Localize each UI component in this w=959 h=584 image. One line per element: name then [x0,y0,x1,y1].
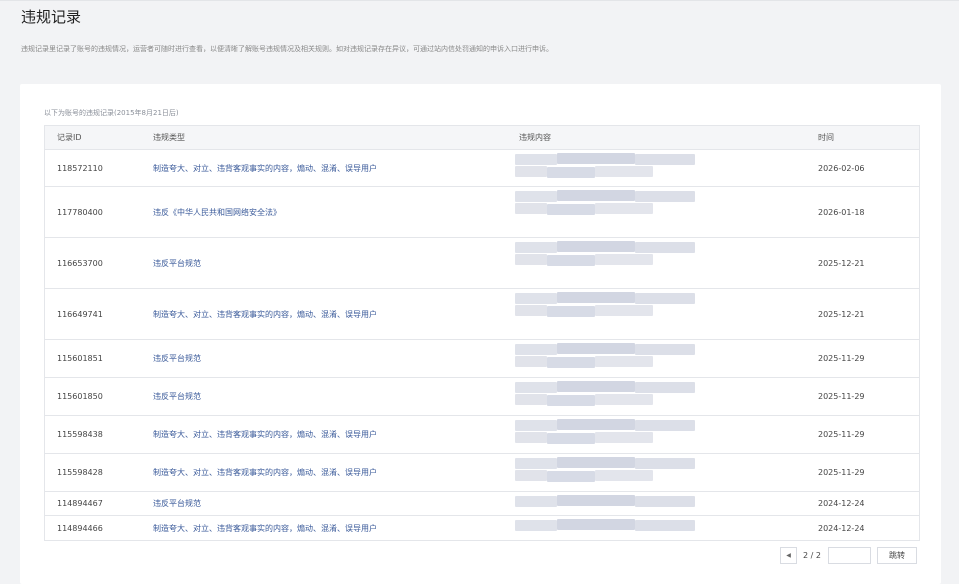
records-since-label: 以下为账号的违规记录(2015年8月21日后) [44,109,179,117]
table-row: 114894467 违反平台规范 2024-12-24 [45,492,919,516]
violation-type-link[interactable]: 违反《中华人民共和国网络安全法》 [153,187,281,237]
violation-type-link[interactable]: 制造夸大、对立、违背客观事实的内容，煽动、混淆、误导用户 [153,454,377,491]
column-header-type: 违规类型 [153,133,185,142]
table-row: 118572110 制造夸大、对立、违背客观事实的内容，煽动、混淆、误导用户 202… [45,150,919,187]
table-row: 116653700 违反平台规范 2025-12-21 [45,238,919,289]
violation-content-blurred [515,289,755,339]
blurred-content [515,416,715,453]
violation-content-blurred [515,516,755,540]
record-id: 116649741 [57,309,103,319]
records-table: 记录ID 违规类型 违规内容 时间 118572110 制造夸大、对立、违背客观事… [44,125,920,541]
violation-type-link[interactable]: 制造夸大、对立、违背客观事实的内容，煽动、混淆、误导用户 [153,516,377,540]
record-time: 2025-12-21 [818,258,865,268]
record-time: 2025-11-29 [818,354,865,363]
blurred-content [515,150,715,186]
record-time: 2024-12-24 [818,523,865,533]
record-time: 2026-01-18 [818,207,865,217]
blurred-content [515,187,715,237]
column-header-id: 记录ID [57,133,82,142]
records-card: 以下为账号的违规记录(2015年8月21日后) 记录ID 违规类型 违规内容 时… [20,84,941,584]
record-id: 118572110 [57,163,103,173]
table-row: 116649741 制造夸大、对立、违背客观事实的内容，煽动、混淆、误导用户 202… [45,289,919,340]
table-row: 115598428 制造夸大、对立、违背客观事实的内容，煽动、混淆、误导用户 202… [45,454,919,492]
violation-type-link[interactable]: 制造夸大、对立、违背客观事实的内容，煽动、混淆、误导用户 [153,289,377,339]
page-jump-input[interactable] [828,547,871,564]
violation-content-blurred [515,187,755,237]
page-indicator: 2 / 2 [803,551,821,560]
blurred-content [515,492,715,515]
record-time: 2026-02-06 [818,163,865,173]
record-id: 114894467 [57,499,103,508]
record-id: 117780400 [57,207,103,217]
chevron-left-icon: ◀ [786,552,791,559]
page-title: 违规记录 [21,8,82,26]
violation-content-blurred [515,378,755,415]
blurred-content [515,340,715,377]
violation-content-blurred [515,150,755,186]
record-id: 115598428 [57,468,103,477]
table-row: 115601850 违反平台规范 2025-11-29 [45,378,919,416]
record-time: 2024-12-24 [818,499,865,508]
table-row: 115601851 违反平台规范 2025-11-29 [45,340,919,378]
violation-type-link[interactable]: 违反平台规范 [153,340,201,377]
table-row: 114894466 制造夸大、对立、违背客观事实的内容，煽动、混淆、误导用户 202… [45,516,919,541]
record-time: 2025-11-29 [818,430,865,439]
page-intro: 违规记录里记录了账号的违规情况，运营者可随时进行查看，以便清晰了解账号违规情况及… [21,45,553,53]
record-time: 2025-11-29 [818,392,865,401]
record-id: 116653700 [57,258,103,268]
violation-content-blurred [515,238,755,288]
blurred-content [515,516,715,540]
violation-type-link[interactable]: 制造夸大、对立、违背客观事实的内容，煽动、混淆、误导用户 [153,150,377,186]
violation-type-link[interactable]: 制造夸大、对立、违背客观事实的内容，煽动、混淆、误导用户 [153,416,377,453]
prev-page-button[interactable]: ◀ [780,547,797,564]
violation-content-blurred [515,454,755,491]
table-row: 115598438 制造夸大、对立、违背客观事实的内容，煽动、混淆、误导用户 202… [45,416,919,454]
violation-type-link[interactable]: 违反平台规范 [153,492,201,515]
record-time: 2025-11-29 [818,468,865,477]
top-divider [0,0,959,1]
table-row: 117780400 违反《中华人民共和国网络安全法》 2026-01-18 [45,187,919,238]
jump-button[interactable]: 跳转 [877,547,917,564]
record-id: 115598438 [57,430,103,439]
table-header: 记录ID 违规类型 违规内容 时间 [45,126,919,150]
record-id: 115601851 [57,354,103,363]
record-id: 115601850 [57,392,103,401]
violation-content-blurred [515,416,755,453]
record-time: 2025-12-21 [818,309,865,319]
column-header-content: 违规内容 [519,133,551,142]
blurred-content [515,238,715,288]
violation-content-blurred [515,340,755,377]
blurred-content [515,289,715,339]
violation-content-blurred [515,492,755,515]
violation-type-link[interactable]: 违反平台规范 [153,378,201,415]
record-id: 114894466 [57,523,103,533]
violation-type-link[interactable]: 违反平台规范 [153,238,201,288]
blurred-content [515,454,715,491]
blurred-content [515,378,715,415]
column-header-time: 时间 [818,133,834,142]
